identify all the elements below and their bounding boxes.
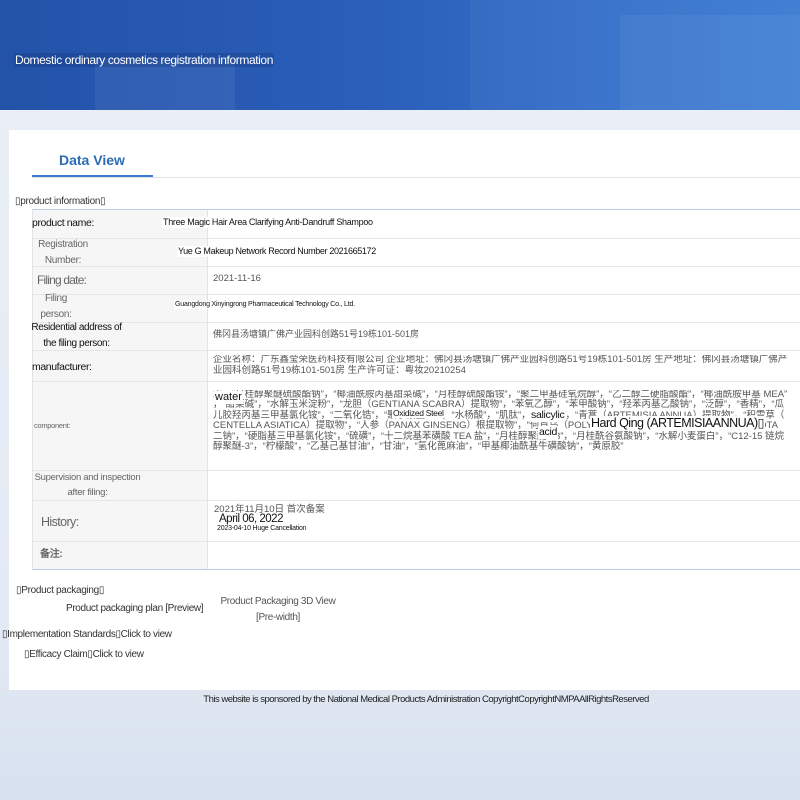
row-divider [33, 500, 800, 501]
section-title-product-information: ▯product information▯ [15, 196, 106, 207]
row-divider [33, 294, 800, 295]
manufacturer-label: manufacturer: [32, 361, 92, 373]
packaging-3d-view-link[interactable]: Product Packaging 3D View [Pre-width] [218, 594, 338, 626]
efficacy-claim-view-link[interactable]: Click to view [93, 649, 144, 660]
row-divider [33, 541, 800, 542]
filing-date-label: Filing date: [37, 273, 87, 287]
label-line: Filing [44, 293, 68, 304]
remarks-label: 备注: [40, 549, 63, 560]
label-line: after filing: [67, 487, 108, 498]
filing-person-label: Filing person: [32, 291, 80, 323]
supervision-label: Supervision and inspection after filing: [28, 470, 147, 500]
filing-date-value: 2021-11-16 [213, 273, 261, 284]
implementation-standards-row: ▯Implementation Standards▯Click to view [2, 629, 172, 641]
component-translation-acid: acid [538, 426, 559, 439]
page-title: Domestic ordinary cosmetics registration… [14, 53, 274, 68]
row-divider [33, 266, 800, 267]
tab-divider [32, 177, 800, 178]
implementation-standards-label: ▯Implementation Standards▯ [2, 629, 121, 640]
component-translation-oxidized-steel: Oxidized Steel [392, 408, 445, 419]
row-divider [33, 322, 800, 323]
label-line: the filing person: [43, 338, 110, 349]
registration-number-label: Registration Number: [32, 237, 94, 269]
component-translation-water: water [214, 391, 243, 405]
footer-text: This website is sponsored by the Nationa… [203, 694, 649, 705]
component-translation-salicylic: salicylic [530, 409, 566, 422]
label-line: Registration [38, 239, 88, 250]
row-divider [33, 470, 800, 471]
component-translation-artemisia: Hard Qing (ARTEMISIAANNUA)▯ [590, 416, 766, 431]
row-divider [33, 350, 800, 351]
label-line: Supervision and inspection [34, 472, 141, 483]
filing-address-label: Residential address of the filing person… [22, 320, 131, 352]
link-line[interactable]: [Pre-width] [218, 610, 338, 626]
efficacy-claim-row: ▯Efficacy Claim▯Click to view [24, 649, 144, 661]
history-label: History: [41, 515, 79, 529]
efficacy-claim-label: ▯Efficacy Claim▯ [24, 649, 93, 660]
tab-data-view[interactable]: Data View [59, 152, 125, 169]
implementation-standards-view-link[interactable]: Click to view [121, 629, 172, 640]
banner-decoration [620, 15, 800, 110]
product-name-value: Three Magic Hair Area Clarifying Anti-Da… [162, 217, 374, 228]
component-label: component: [34, 421, 71, 430]
row-divider [33, 238, 800, 239]
filing-address-value: 佛冈县汤塘镇广佛产业园科创路51号19栋101-501房 [213, 329, 420, 339]
link-line[interactable]: Product Packaging 3D View [218, 594, 338, 610]
page: Domestic ordinary cosmetics registration… [0, 0, 800, 800]
manufacturer-value: 企业名称：广东鑫莹荣医药科技有限公司 企业地址：佛冈县汤塘镇广佛产业园科创路51… [213, 355, 788, 376]
registration-number-value: Yue G Makeup Network Record Number 20216… [177, 246, 377, 257]
column-divider [207, 210, 208, 569]
section-title-product-packaging: ▯Product packaging▯ [16, 585, 105, 596]
label-line: Number: [44, 255, 82, 266]
row-divider [33, 381, 800, 382]
filing-person-value: Guangdong Xinyingrong Pharmaceutical Tec… [174, 301, 356, 310]
product-name-label: product name: [32, 217, 94, 229]
label-line: Residential address of [31, 322, 122, 333]
history-translation-event: 2023-04-10 Huge Cancellation [216, 525, 308, 534]
packaging-plan-preview-link[interactable]: Product packaging plan [Preview] [66, 603, 204, 615]
